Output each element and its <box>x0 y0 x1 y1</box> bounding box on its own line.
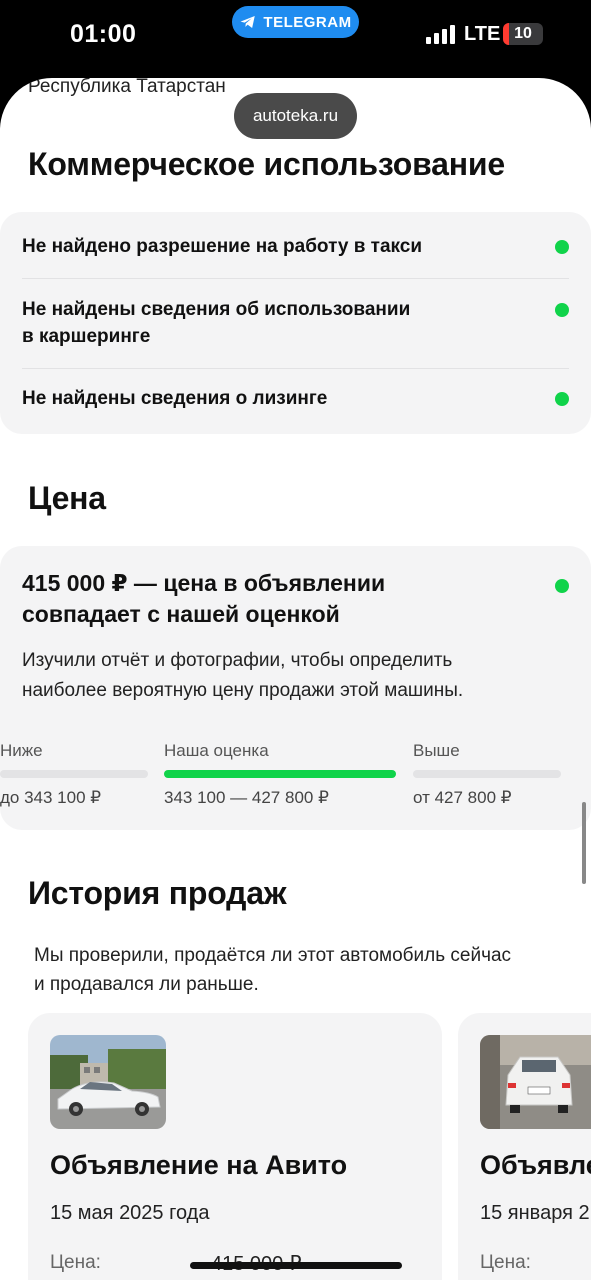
listing-card-avito[interactable]: Объявление на Авито 15 мая 2025 года Цен… <box>28 1013 442 1280</box>
status-dot-leasing <box>555 392 569 406</box>
battery-icon: 10 <box>503 23 543 45</box>
url-bar[interactable]: autoteka.ru <box>234 93 357 139</box>
history-title: История продаж <box>28 875 287 911</box>
telegram-pill-label: TELEGRAM <box>263 13 352 31</box>
scale-above-label: Выше <box>413 741 460 760</box>
listing-price-label: Цена: <box>480 1252 531 1273</box>
listing-photo[interactable] <box>50 1035 166 1129</box>
commercial-card: Не найдено разрешение на работу в такси … <box>0 212 591 434</box>
scale-estimate-label: Наша оценка <box>164 741 269 760</box>
car-photo-image <box>50 1035 166 1129</box>
price-headline-line1: 415 000 ₽ — цена в объявлении <box>22 570 386 596</box>
divider <box>22 278 569 279</box>
listing-price-label: Цена: <box>50 1252 101 1273</box>
price-card: 415 000 ₽ — цена в объявлении совпадает … <box>0 546 591 830</box>
battery-level: 10 <box>514 25 532 42</box>
listing-title: Объявление на Авито <box>50 1150 348 1180</box>
commercial-item-label: Не найдены сведения об использовании <box>22 299 411 320</box>
listing-date: 15 мая 2025 года <box>50 1202 210 1224</box>
history-description-line2: и продавался ли раньше. <box>34 974 259 995</box>
price-description-line1: Изучили отчёт и фотографии, чтобы опреде… <box>22 650 453 671</box>
divider <box>22 368 569 369</box>
commercial-item-carsharing: Не найдены сведения об использовании в к… <box>22 296 569 350</box>
listing-date: 15 января 2 <box>480 1202 590 1224</box>
network-type: LTE <box>464 23 501 45</box>
page-scrollbar[interactable] <box>582 802 586 884</box>
page-sheet: Республика Татарстан autoteka.ru Коммерч… <box>0 78 591 1280</box>
status-bar: 01:00 TELEGRAM LTE 10 <box>0 0 591 80</box>
scale-below-value: до 343 100 ₽ <box>0 788 102 807</box>
price-description-line2: наиболее вероятную цену продажи этой маш… <box>22 680 464 701</box>
commercial-item-label: Не найдено разрешение на работу в такси <box>22 236 423 257</box>
status-dot-taxi <box>555 240 569 254</box>
telegram-return-pill[interactable]: TELEGRAM <box>232 6 359 38</box>
home-indicator[interactable] <box>190 1262 402 1269</box>
price-headline: 415 000 ₽ — цена в объявлении совпадает … <box>22 568 385 630</box>
listing-photo[interactable] <box>480 1035 591 1129</box>
price-description: Изучили отчёт и фотографии, чтобы опреде… <box>22 646 542 706</box>
scale-estimate-value: 343 100 — 427 800 ₽ <box>164 788 329 807</box>
scale-estimate-bar <box>164 770 396 778</box>
commercial-item-taxi: Не найдено разрешение на работу в такси <box>22 233 569 260</box>
history-description-line1: Мы проверили, продаётся ли этот автомоби… <box>34 945 512 966</box>
car-photo-image <box>480 1035 591 1129</box>
telegram-icon <box>240 16 256 28</box>
status-time: 01:00 <box>70 20 137 48</box>
commercial-item-label-line2: в каршеринге <box>22 326 151 347</box>
commercial-item-label: Не найдены сведения о лизинге <box>22 388 328 409</box>
signal-icon <box>426 25 455 44</box>
listing-card-second[interactable]: Объявле 15 января 2 Цена: <box>458 1013 591 1280</box>
price-title: Цена <box>28 480 106 516</box>
status-dot-carsharing <box>555 303 569 317</box>
status-dot-price <box>555 579 569 593</box>
price-headline-line2: совпадает с нашей оценкой <box>22 601 340 627</box>
scale-below-label: Ниже <box>0 741 43 760</box>
listing-title: Объявле <box>480 1150 591 1180</box>
scale-above-value: от 427 800 ₽ <box>413 788 512 807</box>
commercial-item-leasing: Не найдены сведения о лизинге <box>22 385 569 412</box>
history-description: Мы проверили, продаётся ли этот автомоби… <box>34 941 584 999</box>
scale-below-bar <box>0 770 148 778</box>
region-text: Республика Татарстан <box>28 78 226 97</box>
commercial-title: Коммерческое использование <box>28 146 505 182</box>
scale-above-bar <box>413 770 561 778</box>
